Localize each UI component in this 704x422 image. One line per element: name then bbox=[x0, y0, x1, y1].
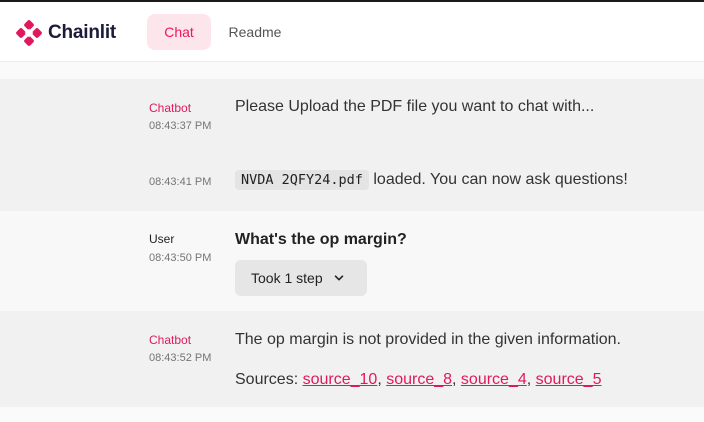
message-time: 08:43:50 PM bbox=[149, 252, 212, 264]
message-text: What's the op margin? bbox=[235, 231, 407, 248]
app-header: Chainlit Chat Readme bbox=[0, 2, 704, 62]
message-author: Chatbot bbox=[149, 333, 192, 347]
chevron-down-icon bbox=[333, 272, 345, 284]
message-time: 08:43:52 PM bbox=[149, 352, 212, 364]
sources-label: Sources: bbox=[235, 371, 299, 388]
message-row: 08:43:41 PM NVDA 2QFY24.pdf loaded. You … bbox=[0, 145, 704, 211]
chainlit-logo-icon bbox=[16, 20, 42, 46]
message-text-suffix: loaded. You can now ask questions! bbox=[373, 171, 628, 188]
message-text: NVDA 2QFY24.pdf loaded. You can now ask … bbox=[235, 170, 628, 190]
message-text: Please Upload the PDF file you want to c… bbox=[235, 98, 595, 115]
steps-label: Took 1 step bbox=[251, 270, 323, 286]
message-row: User 08:43:50 PM What's the op margin? T… bbox=[0, 211, 704, 311]
sources-line: Sources: source_10, source_8, source_4, … bbox=[235, 371, 602, 388]
file-name-code: NVDA 2QFY24.pdf bbox=[235, 170, 369, 190]
source-link[interactable]: source_8 bbox=[386, 371, 452, 388]
source-link[interactable]: source_4 bbox=[461, 371, 527, 388]
app-name: Chainlit bbox=[48, 22, 117, 43]
message-text: The op margin is not provided in the giv… bbox=[235, 331, 621, 348]
message-author: Chatbot bbox=[149, 101, 192, 115]
message-row: Chatbot 08:43:52 PM The op margin is not… bbox=[0, 311, 704, 407]
tab-chat[interactable]: Chat bbox=[147, 14, 211, 50]
message-row: Chatbot 08:43:37 PM Please Upload the PD… bbox=[0, 79, 704, 145]
source-link[interactable]: source_10 bbox=[303, 371, 378, 388]
app-logo[interactable]: Chainlit bbox=[16, 20, 116, 46]
source-link[interactable]: source_5 bbox=[536, 371, 602, 388]
steps-toggle-button[interactable]: Took 1 step bbox=[235, 260, 367, 296]
tab-readme[interactable]: Readme bbox=[220, 14, 290, 50]
message-time: 08:43:41 PM bbox=[149, 176, 212, 188]
message-time: 08:43:37 PM bbox=[149, 120, 212, 132]
message-author: User bbox=[149, 232, 175, 246]
